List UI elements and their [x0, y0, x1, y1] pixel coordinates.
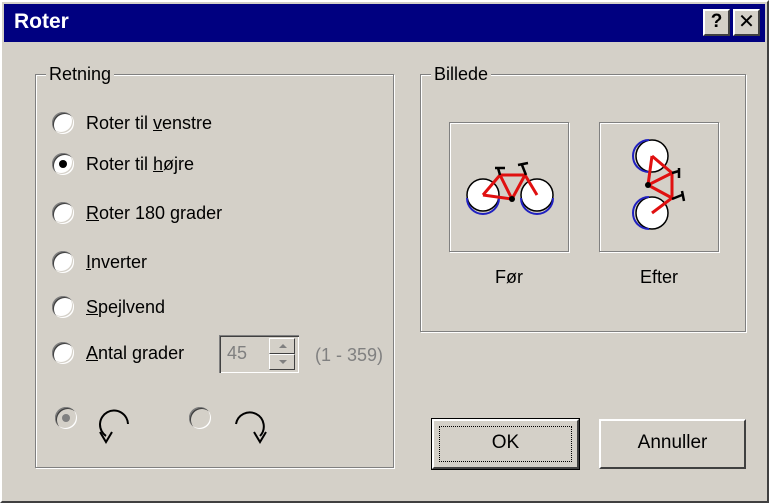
radio-rotate-180[interactable]	[52, 202, 74, 224]
radio-rotate-right[interactable]	[52, 153, 74, 175]
bicycle-after-icon	[632, 139, 686, 230]
option-invert[interactable]: Inverter	[52, 248, 147, 276]
radio-rotate-left[interactable]	[52, 112, 74, 134]
title-bar[interactable]: Roter ? ✕	[4, 4, 765, 42]
radio-invert[interactable]	[52, 251, 74, 273]
cancel-button[interactable]: Annuller	[599, 419, 746, 469]
degrees-input[interactable]: 45	[227, 343, 247, 364]
option-rotate-left[interactable]: Roter til venstre	[52, 109, 212, 137]
option-rotate-180[interactable]: Roter 180 grader	[52, 199, 222, 227]
spin-up-button[interactable]	[269, 338, 295, 354]
label-rotate-right: Roter til højre	[86, 153, 195, 174]
close-button[interactable]: ✕	[733, 9, 760, 36]
rotate-clockwise-icon	[235, 411, 267, 444]
rotate-dialog: Roter ? ✕ Retning Roter til venstre Rote…	[0, 0, 769, 503]
cancel-label: Annuller	[637, 432, 708, 453]
ok-button[interactable]: OK	[431, 418, 580, 470]
option-mirror[interactable]: Spejlvend	[52, 293, 165, 321]
after-preview	[599, 122, 719, 252]
spin-down-button[interactable]	[269, 354, 295, 370]
option-rotate-right[interactable]: Roter til højre	[52, 150, 194, 178]
direction-legend: Retning	[46, 63, 115, 85]
ok-focus-rect	[439, 426, 572, 462]
rotate-counterclockwise-icon	[99, 409, 129, 444]
label-rotate-left: Roter til venstre	[86, 112, 213, 133]
before-caption: Før	[495, 267, 523, 287]
label-degrees: Antal grader	[86, 342, 185, 363]
picture-legend: Billede	[431, 63, 492, 85]
label-rotate-180: Roter 180 grader	[86, 202, 223, 223]
degrees-range-hint: (1 - 359)	[315, 345, 384, 365]
radio-mirror[interactable]	[52, 296, 74, 318]
label-mirror: Spejlvend	[86, 296, 166, 317]
radio-counterclockwise[interactable]	[55, 407, 77, 429]
label-invert: Inverter	[86, 251, 148, 272]
window-title: Roter	[14, 10, 69, 33]
radio-degrees[interactable]	[52, 342, 74, 364]
radio-clockwise[interactable]	[189, 407, 211, 429]
bicycle-before-icon	[466, 161, 554, 215]
after-caption: Efter	[639, 267, 678, 287]
option-degrees[interactable]: Antal grader	[52, 339, 184, 367]
help-button[interactable]: ?	[703, 9, 730, 36]
before-preview	[449, 122, 569, 252]
degrees-spinner[interactable]: 45	[219, 335, 299, 373]
